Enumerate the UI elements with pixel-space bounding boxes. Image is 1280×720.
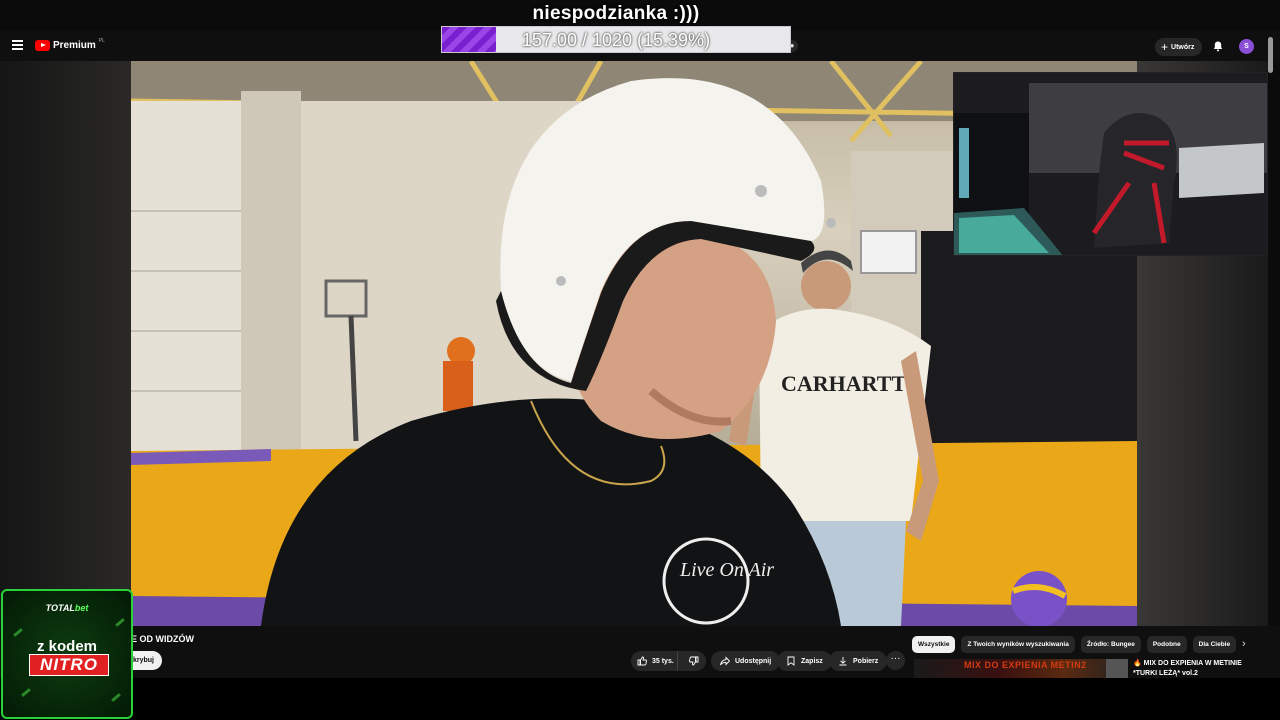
avatar[interactable]: S [1239, 39, 1254, 54]
goal-text: 157.00 / 1020 (15.39%) [521, 30, 711, 50]
recommendation-title[interactable]: 🔥 MIX DO EXPIENIA W METINIE *TURKI LEŻĄ*… [1133, 659, 1263, 679]
scrollbar[interactable] [1268, 37, 1273, 73]
download-icon [839, 657, 847, 666]
webcam-overlay [953, 72, 1268, 256]
chip-source-bungee[interactable]: Źródło: Bungee [1080, 636, 1141, 653]
like-button[interactable]: 35 tys. [631, 651, 678, 671]
sponsor-brand-prefix: TOTAL [45, 603, 75, 613]
like-count: 35 tys. [652, 657, 674, 665]
menu-icon[interactable] [12, 40, 23, 50]
tee-print: Live On Air [679, 559, 774, 581]
save-button[interactable]: Zapisz [777, 651, 832, 671]
country-code: PL [98, 37, 105, 44]
sponsor-brand-suffix: bet [74, 603, 89, 613]
chip-from-search[interactable]: Z Twoich wyników wyszukiwania [961, 636, 1075, 653]
youtube-logo[interactable]: Premium PL [35, 37, 105, 51]
download-label: Pobierz [853, 657, 879, 665]
chip-similar[interactable]: Podobne [1146, 636, 1187, 653]
screen: Premium PL ● + Utwórz S CARHARTT Live On… [0, 0, 1280, 720]
promo-code: NITRO [29, 654, 109, 676]
player-side-left [0, 61, 131, 626]
webcam-image [954, 73, 1267, 255]
like-dislike-group: 35 tys. [631, 651, 706, 671]
decoration [21, 688, 31, 697]
letterbox-bottom [0, 678, 1280, 720]
chip-all[interactable]: Wszystkie [912, 636, 956, 653]
dislike-button[interactable] [683, 656, 706, 666]
decoration [13, 628, 23, 637]
thumbs-down-icon [689, 656, 699, 666]
chevron-right-icon[interactable]: › [1242, 638, 1246, 650]
share-button[interactable]: Udostępnij [711, 651, 781, 671]
youtube-logo-icon [35, 40, 50, 51]
bell-icon[interactable] [1212, 40, 1224, 52]
logo-text: Premium [53, 40, 96, 51]
decoration [111, 693, 121, 702]
share-icon [720, 656, 730, 666]
donation-goal-bar: 157.00 / 1020 (15.39%) [441, 26, 791, 53]
save-label: Zapisz [801, 657, 823, 665]
plus-icon: + [1161, 40, 1169, 54]
create-label: Utwórz [1171, 43, 1195, 51]
thumbnail-text: MIX DO EXPIENIA METIN2 [964, 660, 1087, 670]
video-info-bar: E OD WIDZÓW krybuj 35 tys. Udostępnij Za… [0, 626, 1280, 678]
shirt-text: CARHARTT [781, 371, 906, 396]
share-label: Udostępnij [735, 657, 772, 665]
recommendation-thumbnail[interactable]: MIX DO EXPIENIA METIN2 [914, 659, 1128, 678]
download-button[interactable]: Pobierz [829, 651, 888, 671]
recommendation-avatar[interactable] [1106, 659, 1128, 678]
sponsor-overlay: TOTALbet z kodem NITRO [1, 589, 133, 719]
bookmark-icon [787, 656, 795, 666]
recommendation-chips: Wszystkie Z Twoich wyników wyszukiwania … [912, 636, 1237, 653]
stream-title: niespodzianka :))) [532, 3, 700, 24]
sponsor-tagline: z kodem [36, 638, 97, 655]
subscribe-button[interactable]: krybuj [131, 651, 163, 670]
decoration [115, 618, 125, 627]
chip-for-you[interactable]: Dla Ciebie [1192, 636, 1237, 653]
thumbs-up-icon [637, 656, 647, 666]
more-actions-button[interactable]: ··· [886, 651, 905, 670]
create-button[interactable]: + Utwórz [1155, 38, 1203, 56]
video-title: E OD WIDZÓW [131, 634, 194, 644]
sponsor-logo: TOTALbet [3, 603, 131, 613]
